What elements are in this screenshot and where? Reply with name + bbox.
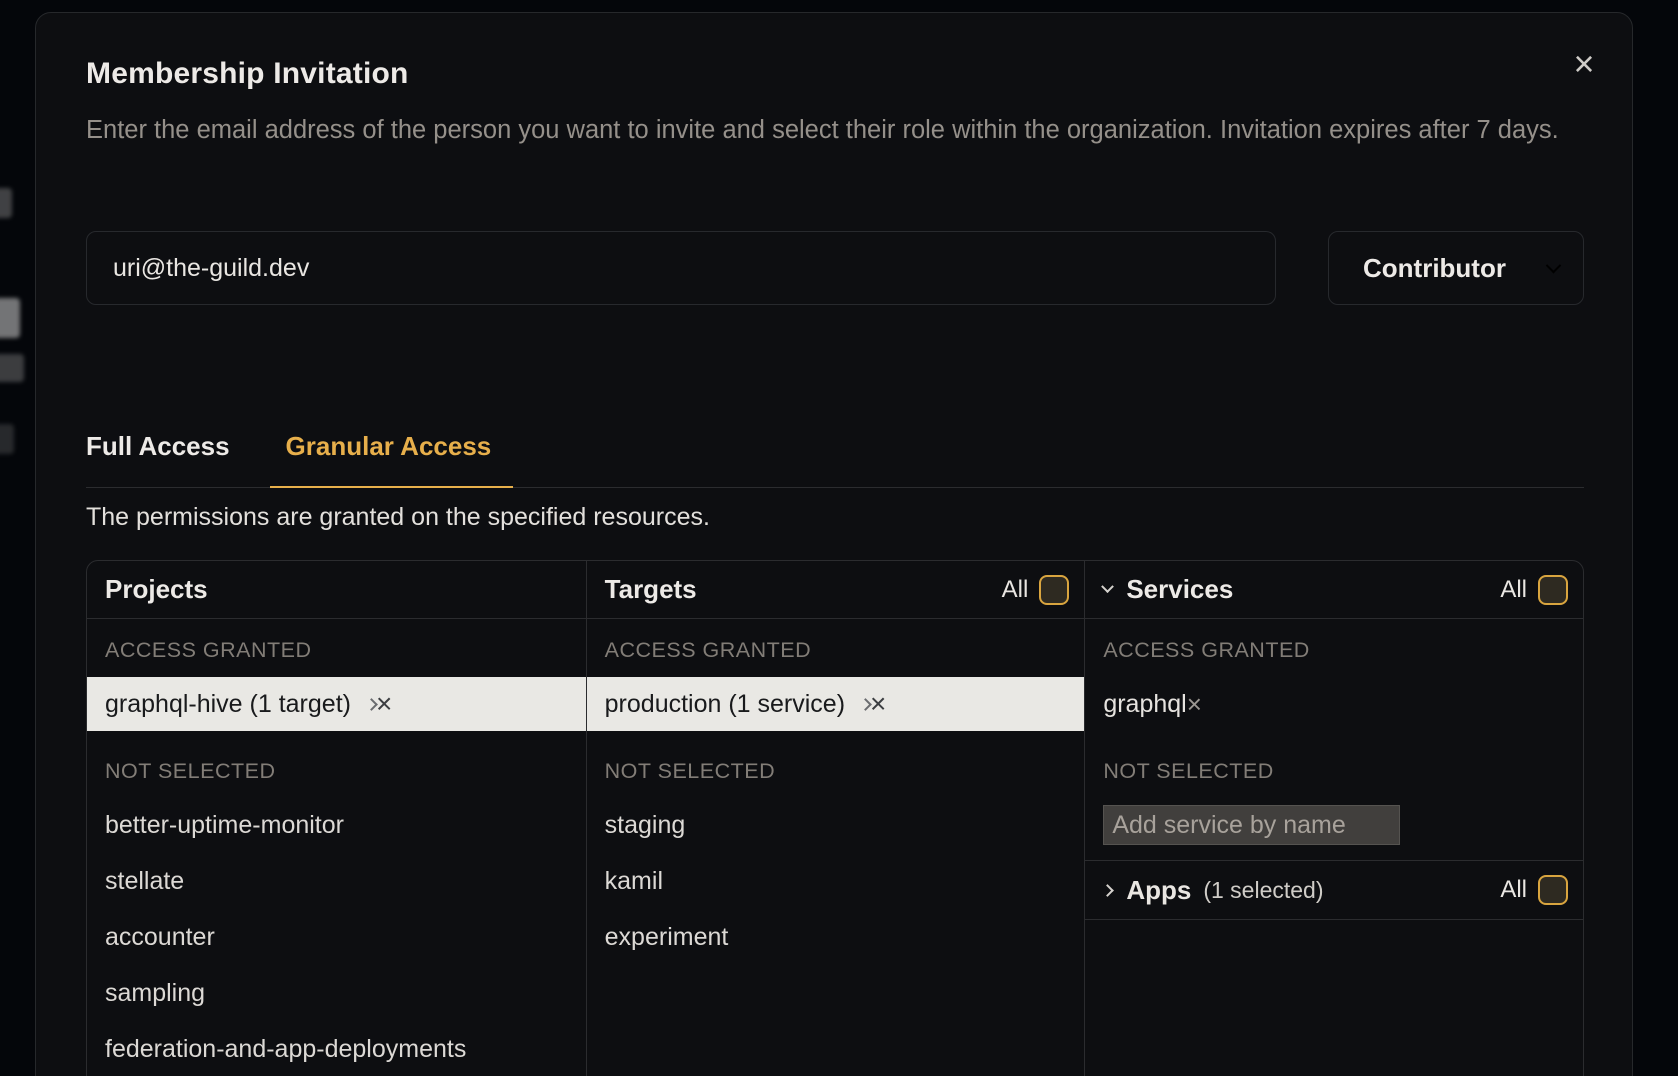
add-service-input[interactable] <box>1103 805 1400 845</box>
chevron-right-icon <box>1101 884 1114 897</box>
projects-header-cell: Projects <box>87 561 586 618</box>
service-selected-row[interactable]: graphql × <box>1085 677 1583 731</box>
projects-access-granted-label: ACCESS GRANTED <box>87 637 586 663</box>
services-header[interactable]: Services <box>1126 574 1233 605</box>
targets-all-checkbox[interactable] <box>1039 575 1069 605</box>
role-select-value: Contributor <box>1363 253 1548 284</box>
apps-all-checkbox[interactable] <box>1538 875 1568 905</box>
targets-all-label: All <box>1002 576 1029 604</box>
projects-list: better-uptime-monitor stellate accounter… <box>87 797 586 1076</box>
close-icon[interactable]: × <box>1561 41 1607 87</box>
resources-table: Projects Targets All Services All <box>86 560 1584 1076</box>
remove-project-icon[interactable]: × <box>376 690 392 718</box>
chevron-down-icon <box>1101 580 1114 593</box>
background-artifact <box>0 424 14 454</box>
resources-table-header: Projects Targets All Services All <box>87 561 1583 619</box>
project-selected-label: graphql-hive (1 target) <box>105 690 351 719</box>
service-selected-label: graphql <box>1103 690 1186 719</box>
target-item[interactable]: staging <box>587 797 1085 853</box>
tab-full-access[interactable]: Full Access <box>86 431 236 487</box>
targets-column: ACCESS GRANTED production (1 service) × … <box>586 619 1085 1076</box>
targets-select-all[interactable]: All <box>1002 575 1070 605</box>
dialog-title: Membership Invitation <box>86 57 409 91</box>
tab-granular-access[interactable]: Granular Access <box>286 431 498 487</box>
project-item[interactable]: sampling <box>87 965 586 1021</box>
permissions-note: The permissions are granted on the speci… <box>86 503 710 532</box>
apps-all-label: All <box>1500 876 1527 904</box>
remove-target-icon[interactable]: × <box>870 690 886 718</box>
target-item[interactable]: kamil <box>587 853 1085 909</box>
background-artifact <box>0 188 12 218</box>
membership-invitation-dialog: × Membership Invitation Enter the email … <box>35 12 1633 1076</box>
projects-column: ACCESS GRANTED graphql-hive (1 target) ×… <box>87 619 586 1076</box>
apps-count: (1 selected) <box>1203 877 1323 904</box>
services-access-granted-label: ACCESS GRANTED <box>1085 637 1583 663</box>
resources-table-body: ACCESS GRANTED graphql-hive (1 target) ×… <box>87 619 1583 1076</box>
services-select-all[interactable]: All <box>1500 575 1568 605</box>
screen: × Membership Invitation Enter the email … <box>0 0 1678 1076</box>
services-header-cell: Services All <box>1084 561 1583 618</box>
targets-header-cell: Targets All <box>586 561 1085 618</box>
services-column: ACCESS GRANTED graphql × NOT SELECTED Ap… <box>1084 619 1583 1076</box>
invite-email-input[interactable] <box>86 231 1276 305</box>
targets-header: Targets <box>605 574 697 605</box>
access-tabs: Full Access Granular Access <box>86 431 1584 488</box>
role-select[interactable]: Contributor <box>1328 231 1584 305</box>
services-all-label: All <box>1500 576 1527 604</box>
remove-service-icon[interactable]: × <box>1187 689 1202 720</box>
projects-not-selected-label: NOT SELECTED <box>87 758 586 784</box>
target-selected-row[interactable]: production (1 service) × <box>587 677 1085 731</box>
project-item[interactable]: stellate <box>87 853 586 909</box>
target-selected-label: production (1 service) <box>605 690 845 719</box>
projects-header: Projects <box>105 574 208 605</box>
dialog-description: Enter the email address of the person yo… <box>86 111 1591 150</box>
project-selected-row[interactable]: graphql-hive (1 target) × <box>87 677 586 731</box>
services-not-selected-label: NOT SELECTED <box>1085 758 1583 784</box>
chevron-down-icon <box>1546 257 1562 273</box>
background-artifact <box>0 354 24 382</box>
project-item[interactable]: better-uptime-monitor <box>87 797 586 853</box>
services-all-checkbox[interactable] <box>1538 575 1568 605</box>
project-item[interactable]: federation-and-app-deployments <box>87 1021 586 1076</box>
apps-select-all[interactable]: All <box>1500 875 1568 905</box>
apps-label: Apps <box>1126 875 1191 906</box>
apps-row[interactable]: Apps (1 selected) All <box>1085 860 1583 920</box>
targets-access-granted-label: ACCESS GRANTED <box>587 637 1085 663</box>
background-artifact <box>0 298 20 338</box>
targets-list: staging kamil experiment <box>587 797 1085 965</box>
project-item[interactable]: accounter <box>87 909 586 965</box>
target-item[interactable]: experiment <box>587 909 1085 965</box>
targets-not-selected-label: NOT SELECTED <box>587 758 1085 784</box>
